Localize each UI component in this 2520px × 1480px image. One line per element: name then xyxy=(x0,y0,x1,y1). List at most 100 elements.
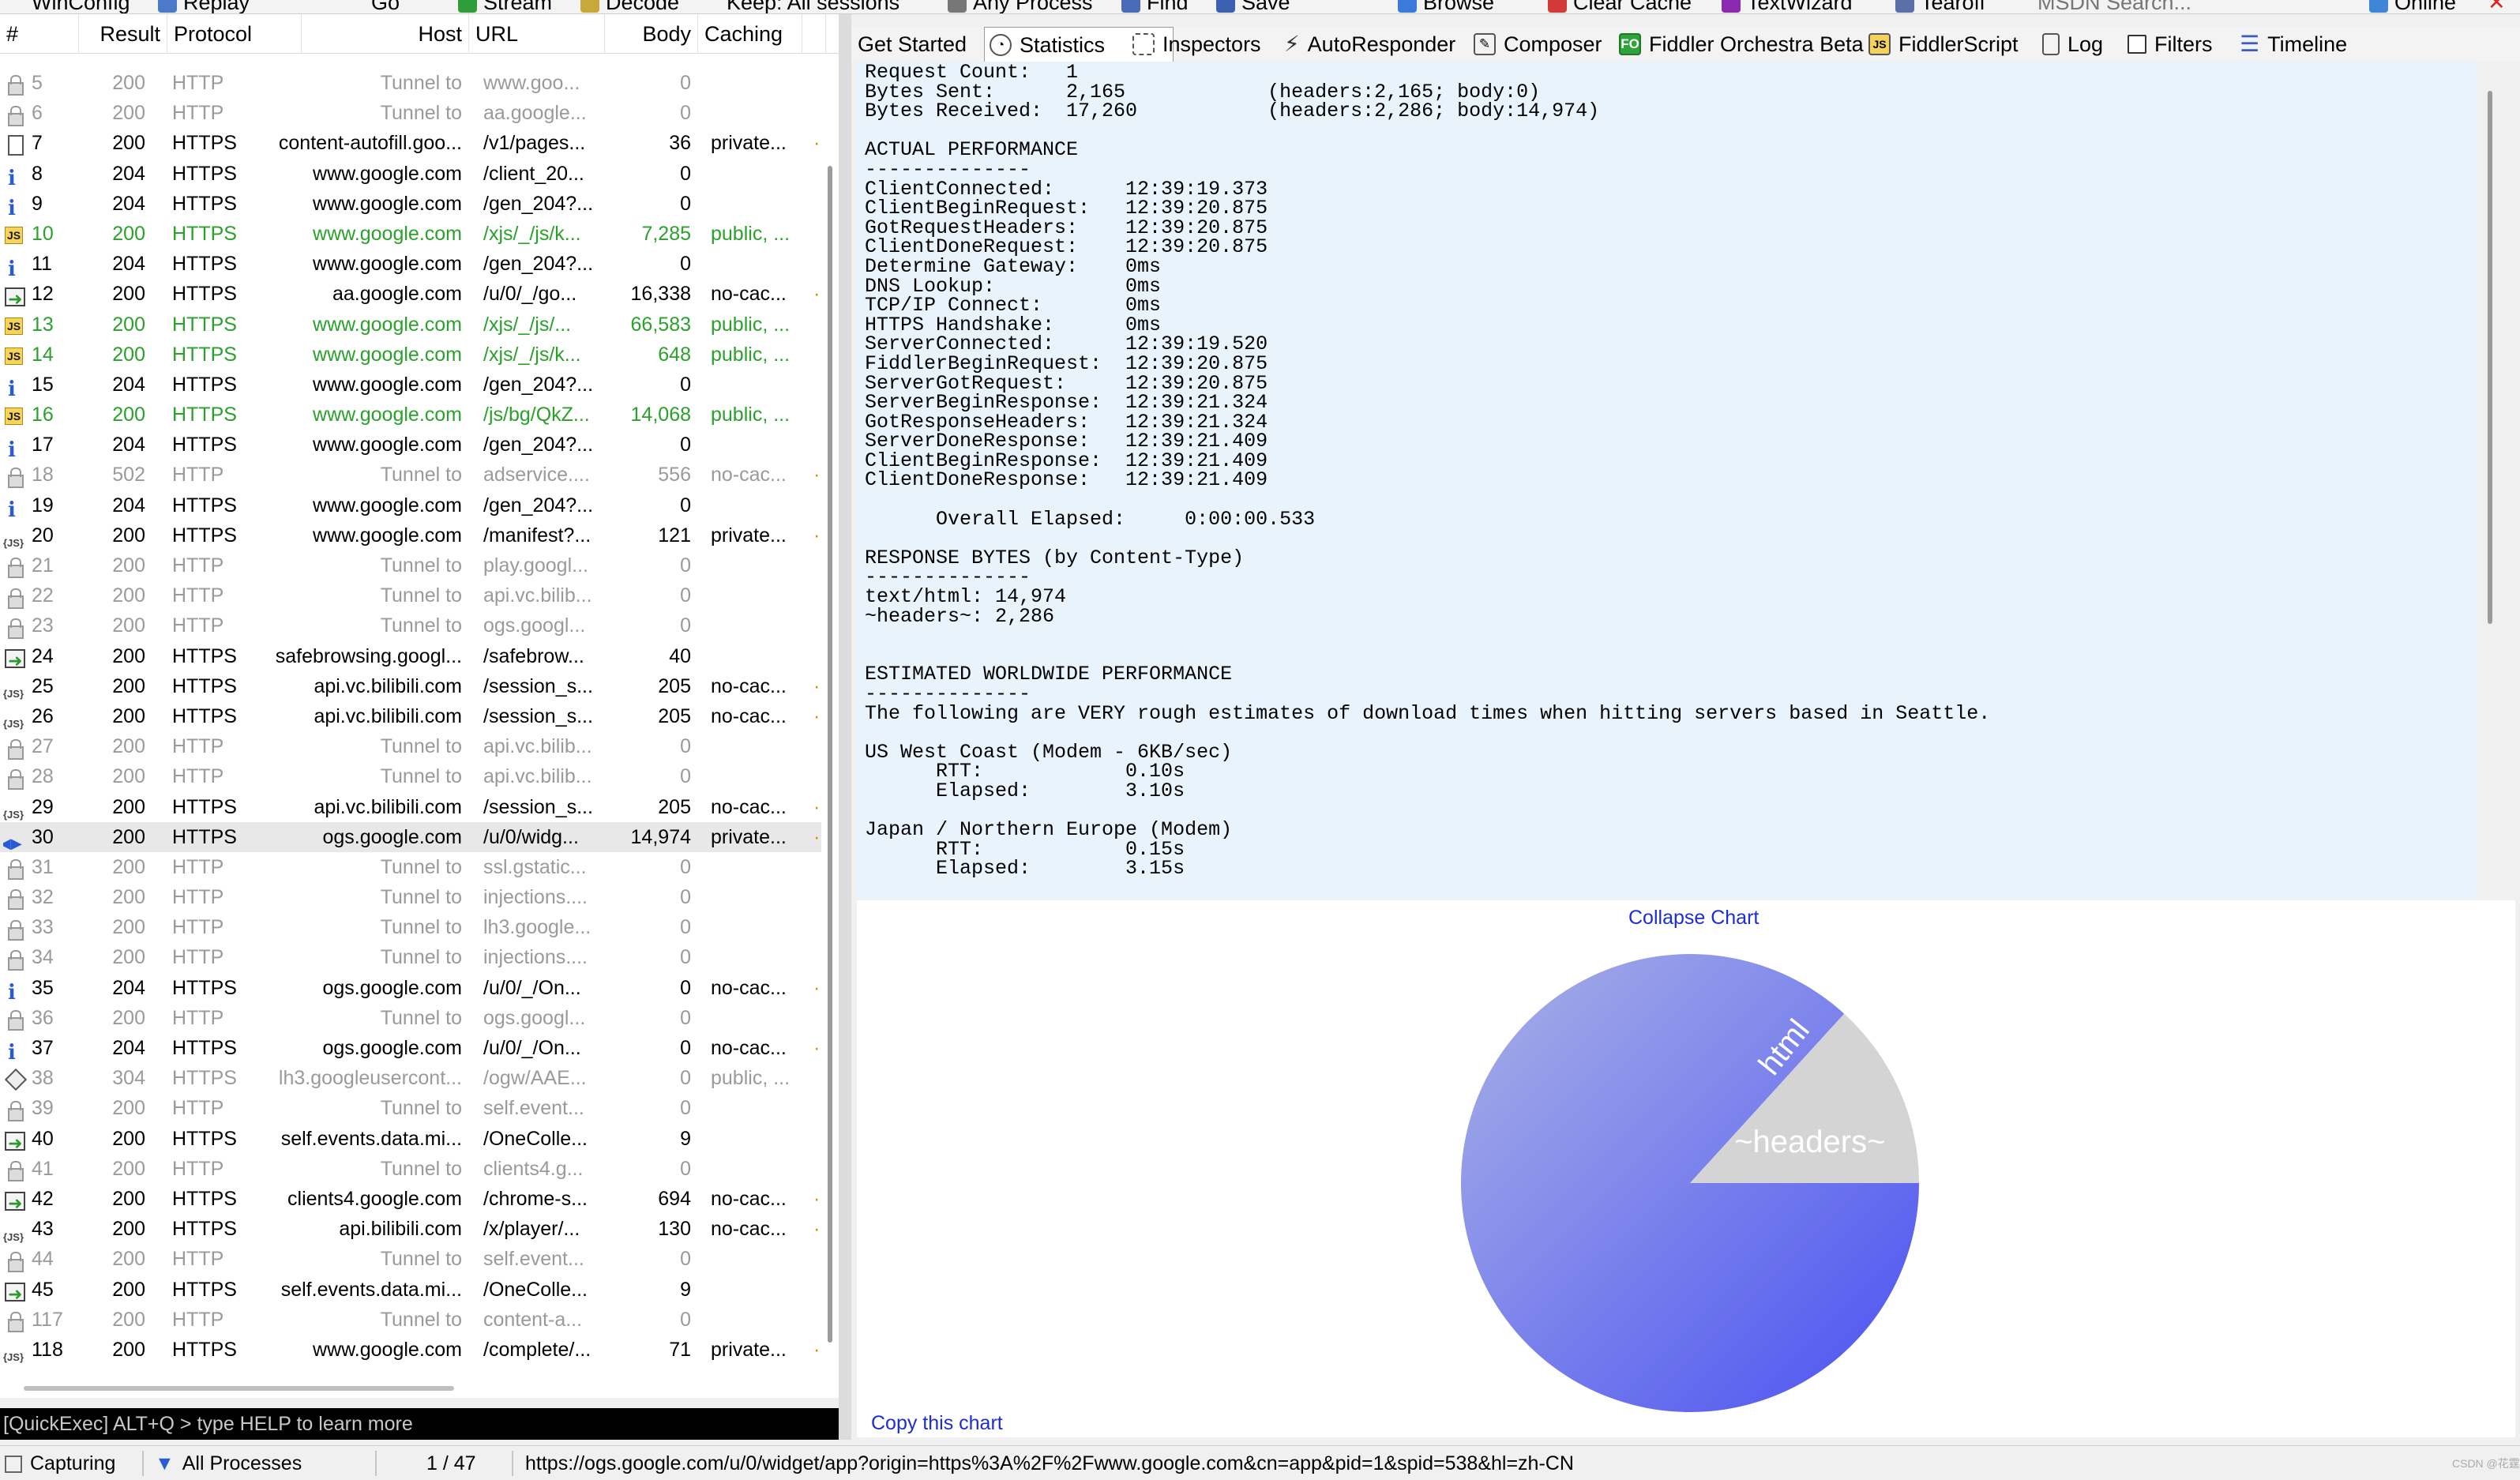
save-button[interactable]: Save xyxy=(1216,0,1290,13)
table-row[interactable]: 5 200 HTTP Tunnel to www.goo... 0 xyxy=(0,68,821,98)
tab-inspectors[interactable]: Inspectors xyxy=(1128,27,1301,62)
copy-chart-link[interactable]: Copy this chart xyxy=(871,1412,1003,1435)
table-row[interactable]: 39 200 HTTP Tunnel to self.event... 0 xyxy=(0,1093,821,1123)
capturing-toggle[interactable]: Capturing xyxy=(5,1446,115,1480)
table-row[interactable]: 43200HTTPSapi.bilibili.com/x/player/...1… xyxy=(0,1214,821,1244)
log-icon xyxy=(2042,33,2060,55)
table-row[interactable]: 37204HTTPSogs.google.com/u/0/_/On...0no-… xyxy=(0,1033,821,1063)
table-row[interactable]: 12200HTTPSaa.google.com/u/0/_/go...16,33… xyxy=(0,279,821,309)
online-indicator[interactable]: Online xyxy=(2369,0,2456,13)
table-row[interactable]: 33 200 HTTP Tunnel to lh3.google... 0 xyxy=(0,912,821,942)
col-host[interactable]: Host xyxy=(302,14,469,54)
session-list-hscrollbar[interactable] xyxy=(24,1386,454,1391)
go-button[interactable]: Go xyxy=(371,0,400,13)
tab-fiddler-orchestra[interactable]: FO Fiddler Orchestra Beta xyxy=(1614,27,1867,62)
col-caching[interactable]: Caching xyxy=(698,14,802,54)
session-rows: 5 200 HTTP Tunnel to www.goo... 0 6 200 HTTP Tunn… xyxy=(0,68,821,1365)
col-result[interactable]: Result xyxy=(79,14,167,54)
keep-sessions-dropdown[interactable]: Keep: All sessions xyxy=(727,0,899,13)
table-row[interactable]: 45200HTTPSself.events.data.mi.../OneColl… xyxy=(0,1275,821,1305)
table-row[interactable]: 29200HTTPSapi.vc.bilibili.com/session_s.… xyxy=(0,792,821,822)
table-row[interactable]: 32 200 HTTP Tunnel to injections.... 0 xyxy=(0,882,821,912)
find-button[interactable]: Find xyxy=(1121,0,1189,13)
table-row[interactable]: 8204HTTPSwww.google.com/client_20...0 xyxy=(0,159,821,189)
textwizard-button[interactable]: TextWizard xyxy=(1722,0,1853,13)
table-row[interactable]: 17204HTTPSwww.google.com/gen_204?...0 xyxy=(0,430,821,460)
col-num[interactable]: # xyxy=(0,14,79,54)
col-url[interactable]: URL xyxy=(469,14,605,54)
tab-filters[interactable]: Filters xyxy=(2123,27,2241,62)
replay-button[interactable]: Replay xyxy=(158,0,250,13)
row-url: ogs.googl... xyxy=(483,1006,586,1029)
table-row[interactable]: 9204HTTPSwww.google.com/gen_204?...0 xyxy=(0,189,821,219)
table-row[interactable]: 7 200 HTTPS content-autofill.goo.../v1/page… xyxy=(0,128,821,158)
any-process-button[interactable]: Any Process xyxy=(948,0,1093,13)
row-result: 304 xyxy=(112,1067,145,1090)
table-row[interactable]: 15204HTTPSwww.google.com/gen_204?...0 xyxy=(0,370,821,400)
table-row[interactable]: 11204HTTPSwww.google.com/gen_204?...0 xyxy=(0,249,821,279)
collapse-chart-link[interactable]: Collapse Chart xyxy=(1628,907,1759,930)
row-icon xyxy=(3,1124,30,1154)
table-row[interactable]: 35204HTTPSogs.google.com/u/0/_/On...0no-… xyxy=(0,973,821,1003)
table-row[interactable]: 28 200 HTTP Tunnel to api.vc.bilib... 0 xyxy=(0,761,821,791)
json-icon xyxy=(3,706,25,731)
tab-timeline[interactable]: ☰ Timeline xyxy=(2235,27,2377,62)
tearoff-button[interactable]: Tearoff xyxy=(1895,0,1985,13)
statistics-text-box: Request Count: 1 Bytes Sent: 2,165 (head… xyxy=(857,62,2477,899)
quickexec-input[interactable]: [QuickExec] ALT+Q > type HELP to learn m… xyxy=(0,1408,849,1440)
tab-get-started[interactable]: Get Started xyxy=(853,27,979,62)
filters-checkbox[interactable] xyxy=(2128,35,2146,54)
table-row[interactable]: 16200HTTPSwww.google.com/js/bg/QkZ...14,… xyxy=(0,400,821,430)
row-num: 13 xyxy=(32,313,54,336)
table-row[interactable]: 34 200 HTTP Tunnel to injections.... 0 xyxy=(0,942,821,972)
table-row[interactable]: 27 200 HTTP Tunnel to api.vc.bilib... 0 xyxy=(0,731,821,761)
table-row[interactable]: 25200HTTPSapi.vc.bilibili.com/session_s.… xyxy=(0,671,821,701)
close-icon[interactable]: ✕ xyxy=(2488,0,2506,13)
row-icon xyxy=(3,761,30,791)
table-row[interactable]: 117 200 HTTP Tunnel to content-a... 0 xyxy=(0,1305,821,1335)
table-row[interactable]: 13200HTTPSwww.google.com/xjs/_/js/...66,… xyxy=(0,310,821,340)
table-row[interactable]: 22 200 HTTP Tunnel to api.vc.bilib... 0 xyxy=(0,580,821,610)
winconfig-button[interactable]: WinConfig xyxy=(32,0,130,13)
table-row[interactable]: 26200HTTPSapi.vc.bilibili.com/session_s.… xyxy=(0,701,821,731)
statistics-scrollbar[interactable] xyxy=(2488,91,2492,624)
table-row[interactable]: 21 200 HTTP Tunnel to play.googl... 0 xyxy=(0,550,821,580)
tab-composer[interactable]: ✎ Composer xyxy=(1469,27,1635,62)
row-host: safebrowsing.googl... xyxy=(275,644,462,667)
session-list-scrollbar[interactable] xyxy=(828,166,832,1343)
msdn-search-input[interactable]: MSDN Search... xyxy=(2037,0,2191,13)
stream-button[interactable]: Stream xyxy=(458,0,552,13)
table-row[interactable]: 20200HTTPSwww.google.com/manifest?...121… xyxy=(0,520,821,550)
table-row[interactable]: 30200HTTPSogs.google.com/u/0/widg...14,9… xyxy=(0,821,821,852)
table-row[interactable]: 10200HTTPSwww.google.com/xjs/_/js/k...7,… xyxy=(0,219,821,249)
tab-fiddlerscript[interactable]: JS FiddlerScript xyxy=(1864,27,2053,62)
table-row[interactable]: 44 200 HTTP Tunnel to self.event... 0 xyxy=(0,1244,821,1274)
table-row[interactable]: 118200HTTPSwww.google.com/complete/...71… xyxy=(0,1335,821,1365)
table-row[interactable]: 42200HTTPSclients4.google.com/chrome-s..… xyxy=(0,1184,821,1214)
pane-splitter[interactable] xyxy=(839,14,851,1440)
row-extra-marker: · xyxy=(813,283,821,306)
table-row[interactable]: 24200HTTPSsafebrowsing.googl.../safebrow… xyxy=(0,641,821,671)
table-row[interactable]: 18 502 HTTP Tunnel to adservice.... 556 no-cac… xyxy=(0,460,821,490)
decode-button[interactable]: Decode xyxy=(580,0,679,13)
col-extra[interactable] xyxy=(802,14,826,54)
table-row[interactable]: 23 200 HTTP Tunnel to ogs.googl... 0 xyxy=(0,610,821,640)
clear-cache-button[interactable]: Clear Cache xyxy=(1548,0,1692,13)
col-body[interactable]: Body xyxy=(605,14,698,54)
tab-autoresponder[interactable]: ⚡ AutoResponder xyxy=(1279,27,1485,62)
table-row[interactable]: 14200HTTPSwww.google.com/xjs/_/js/k...64… xyxy=(0,340,821,370)
table-row[interactable]: 36 200 HTTP Tunnel to ogs.googl... 0 xyxy=(0,1003,821,1033)
table-row[interactable]: 6 200 HTTP Tunnel to aa.google... 0 xyxy=(0,98,821,128)
row-caching: no-cac... xyxy=(711,1187,787,1210)
process-filter[interactable]: ▼ All Processes xyxy=(155,1446,302,1480)
table-row[interactable]: 40200HTTPSself.events.data.mi.../OneColl… xyxy=(0,1124,821,1154)
table-row[interactable]: 19204HTTPSwww.google.com/gen_204?...0 xyxy=(0,490,821,520)
browse-button[interactable]: Browse xyxy=(1398,0,1494,13)
table-row[interactable]: 41 200 HTTP Tunnel to clients4.g... 0 xyxy=(0,1154,821,1184)
tab-log[interactable]: Log xyxy=(2037,27,2124,62)
row-num: 8 xyxy=(32,162,43,185)
row-num: 10 xyxy=(32,222,54,245)
table-row[interactable]: 38 304 HTTPS lh3.googleusercont.../ogw/AAE.… xyxy=(0,1063,821,1093)
table-row[interactable]: 31 200 HTTP Tunnel to ssl.gstatic... 0 xyxy=(0,852,821,882)
col-protocol[interactable]: Protocol xyxy=(167,14,302,54)
